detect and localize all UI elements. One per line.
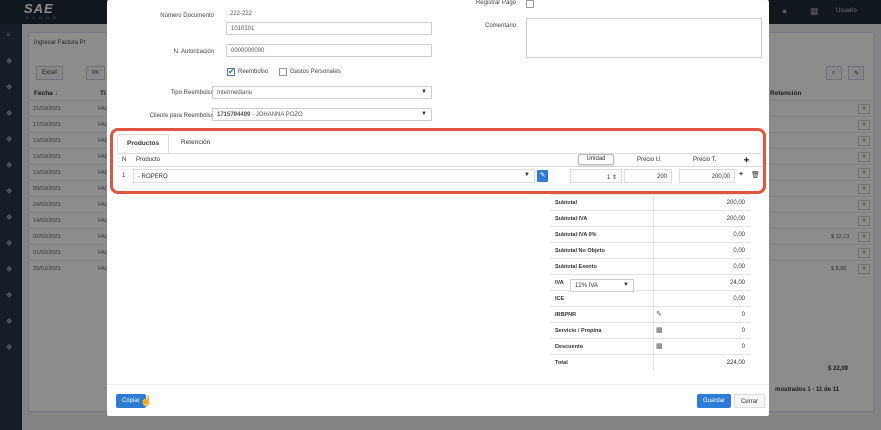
autorizacion-input[interactable]: 0000000000 bbox=[226, 44, 432, 57]
cliente-reembolso-label: Cliente para Reembolso bbox=[149, 113, 214, 119]
calculator-icon[interactable]: ▦ bbox=[656, 326, 663, 334]
totals-label: IRBPNR bbox=[555, 312, 577, 318]
totals-row: IRBPNR ✎ 0 bbox=[550, 306, 750, 323]
totals-value: 0,00 bbox=[733, 248, 745, 254]
tipo-reembolso-label: Tipo Reembolso bbox=[170, 90, 214, 96]
tipo-reembolso-select[interactable]: Intermediario ▼ bbox=[212, 86, 432, 99]
totals-separator bbox=[653, 291, 654, 307]
totals-value: 24,00 bbox=[729, 280, 745, 286]
guardar-button[interactable]: Guardar bbox=[697, 394, 732, 408]
totals-value: 0 bbox=[741, 328, 745, 334]
registrar-pago-checkbox[interactable] bbox=[526, 0, 534, 8]
iva-select-value: 12% IVA bbox=[575, 283, 598, 289]
iva-select[interactable]: 12% IVA ▼ bbox=[570, 279, 634, 292]
totals-value: 200,00 bbox=[726, 200, 745, 206]
totals-row: Total 224,00 bbox=[550, 354, 750, 371]
totals-row: Subtotal IVA 200,00 bbox=[550, 210, 750, 227]
totals-label: Servicio / Propina bbox=[555, 328, 602, 334]
cliente-name: - JOHANNA POZO bbox=[250, 112, 303, 118]
chevron-down-icon: ▼ bbox=[623, 282, 629, 288]
modal-footer-divider bbox=[107, 384, 769, 385]
gastos-personales-checkbox[interactable] bbox=[279, 68, 287, 76]
totals-row: Subtotal No Objeto 0,00 bbox=[550, 242, 750, 259]
totals-row: Descuento ▦ 0 bbox=[550, 338, 750, 355]
totals-label: IVA bbox=[555, 280, 564, 286]
highlight-annotation bbox=[110, 128, 766, 194]
totals-separator bbox=[653, 211, 654, 227]
totals-label: Subtotal No Objeto bbox=[555, 248, 605, 254]
cerrar-button[interactable]: Cerrar bbox=[734, 394, 766, 408]
totals-row: Subtotal 200,00 bbox=[550, 194, 750, 211]
totals-value: 0,00 bbox=[733, 296, 745, 302]
chevron-down-icon: ▼ bbox=[421, 89, 427, 95]
gastos-personales-label: Gastos Personales bbox=[290, 69, 341, 75]
totals-separator bbox=[653, 227, 654, 243]
totals-separator bbox=[653, 355, 654, 371]
comentario-textarea[interactable] bbox=[526, 18, 762, 58]
totals-separator bbox=[653, 259, 654, 275]
totals-label: Descuento bbox=[555, 344, 584, 350]
totals-separator bbox=[653, 243, 654, 259]
totals-label: Subtotal IVA 0% bbox=[555, 232, 597, 238]
totals-separator bbox=[653, 323, 654, 339]
cliente-reembolso-select[interactable]: 1715794499 - JOHANNA POZO ▼ bbox=[212, 108, 432, 121]
totals-value: 0 bbox=[741, 344, 745, 350]
registrar-pago-label: Registrar Pago bbox=[475, 0, 516, 6]
autorizacion-label: N. Autorización bbox=[173, 49, 214, 55]
cursor-pointer-icon: ☝ bbox=[140, 396, 153, 407]
totals-label: ICE bbox=[555, 296, 565, 302]
totals-row: ICE 0,00 bbox=[550, 290, 750, 307]
reembolso-checkbox[interactable] bbox=[227, 67, 235, 76]
numero-documento-input[interactable]: 1010101 bbox=[226, 22, 432, 35]
totals-value: 0,00 bbox=[733, 232, 745, 238]
comentario-label: Comentario bbox=[484, 23, 516, 29]
totals-label: Subtotal bbox=[555, 200, 577, 206]
totals-separator bbox=[653, 275, 654, 291]
totals-label: Subtotal IVA bbox=[555, 216, 588, 222]
totals-separator bbox=[653, 307, 654, 323]
pencil-icon[interactable]: ✎ bbox=[656, 310, 662, 318]
totals-label: Subtotal Exento bbox=[555, 264, 597, 270]
totals-row: Subtotal IVA 0% 0,00 bbox=[550, 226, 750, 243]
totals-value: 200,00 bbox=[726, 216, 745, 222]
numero-documento-prefix: 222-222 bbox=[230, 11, 253, 17]
calculator-icon[interactable]: ▦ bbox=[656, 342, 663, 350]
totals-separator bbox=[653, 339, 654, 355]
totals-row: Servicio / Propina ▦ 0 bbox=[550, 322, 750, 339]
totals-value: 0,00 bbox=[733, 264, 745, 270]
cliente-id: 1715794499 bbox=[217, 112, 251, 118]
totals-value: 0 bbox=[741, 312, 745, 318]
totals-label: Total bbox=[555, 360, 568, 366]
numero-documento-label: Número Documento bbox=[160, 13, 214, 19]
reembolso-label: Reembolso bbox=[238, 69, 269, 75]
chevron-down-icon: ▼ bbox=[421, 111, 427, 117]
tipo-reembolso-value: Intermediario bbox=[217, 90, 253, 96]
totals-separator bbox=[653, 195, 654, 211]
totals-row: Subtotal Exento 0,00 bbox=[550, 258, 750, 275]
totals-value: 224,00 bbox=[726, 360, 745, 366]
